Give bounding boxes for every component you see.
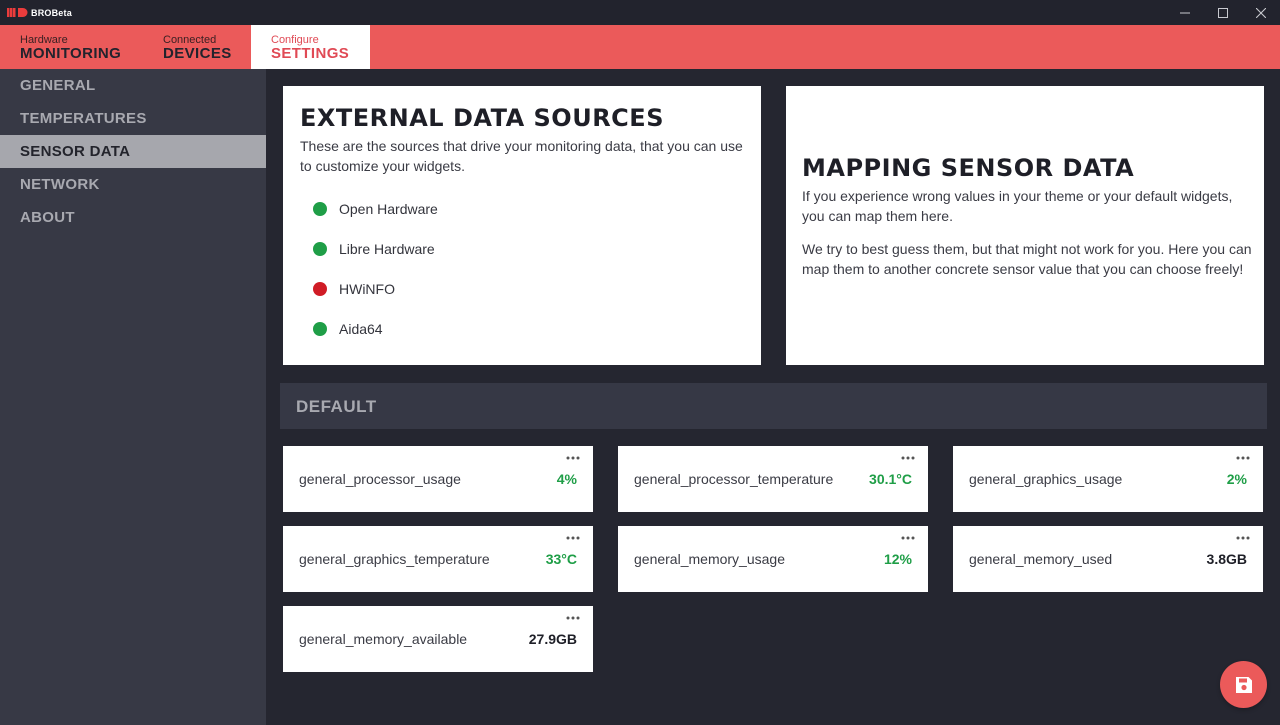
tab-monitoring[interactable]: Hardware MONITORING xyxy=(0,25,145,69)
external-sources-title: EXTERNAL DATA SOURCES xyxy=(300,104,664,132)
source-name: Open Hardware xyxy=(339,201,438,217)
sensor-value: 4% xyxy=(556,471,577,487)
default-section-header: DEFAULT xyxy=(280,383,1267,429)
sensor-key: general_memory_available xyxy=(299,631,468,647)
sensor-card[interactable]: general_memory_available 27.9GB xyxy=(283,606,593,672)
mapping-paragraph-2: We try to best guess them, but that migh… xyxy=(802,241,1252,277)
tab-monitoring-label: MONITORING xyxy=(20,45,122,62)
app-logo: BROBeta xyxy=(7,6,72,19)
default-section-label: DEFAULT xyxy=(296,397,377,416)
sensor-card[interactable]: general_graphics_temperature 33°C xyxy=(283,526,593,592)
tab-devices[interactable]: Connected DEVICES xyxy=(145,25,251,69)
sensor-value: 3.8GB xyxy=(1206,551,1247,567)
sidebar-item-network[interactable]: NETWORK xyxy=(0,168,266,201)
tab-settings-label: SETTINGS xyxy=(271,45,350,62)
sensor-value: 33°C xyxy=(545,551,577,567)
sensor-card[interactable]: general_processor_temperature 30.1°C xyxy=(618,446,928,512)
maximize-button[interactable] xyxy=(1206,0,1240,25)
source-name: Aida64 xyxy=(339,321,383,337)
sensor-card[interactable]: general_graphics_usage 2% xyxy=(953,446,1263,512)
sidebar-item-temperatures[interactable]: TEMPERATURES xyxy=(0,102,266,135)
more-options-icon[interactable] xyxy=(901,535,915,541)
sensor-value: 27.9GB xyxy=(528,631,577,647)
more-options-icon[interactable] xyxy=(566,615,580,621)
tab-devices-label: DEVICES xyxy=(163,45,232,62)
sensor-key: general_processor_temperature xyxy=(634,471,834,487)
more-options-icon[interactable] xyxy=(566,535,580,541)
logo-text: BROBeta xyxy=(31,7,72,18)
mapping-title: MAPPING SENSOR DATA xyxy=(802,154,1135,182)
source-name: Libre Hardware xyxy=(339,241,435,257)
status-dot-icon xyxy=(313,322,327,336)
minimize-button[interactable] xyxy=(1168,0,1202,25)
sensor-value: 12% xyxy=(883,551,912,567)
sensor-card[interactable]: general_processor_usage 4% xyxy=(283,446,593,512)
tab-settings[interactable]: Configure SETTINGS xyxy=(251,25,370,69)
external-sources-description: These are the sources that drive your mo… xyxy=(300,138,743,174)
status-dot-icon xyxy=(313,282,327,296)
maximize-icon xyxy=(1218,7,1228,18)
sensor-card[interactable]: general_memory_used 3.8GB xyxy=(953,526,1263,592)
external-data-sources-panel: EXTERNAL DATA SOURCES These are the sour… xyxy=(283,86,761,365)
source-name: HWiNFO xyxy=(339,281,395,297)
mapping-paragraph-1: If you experience wrong values in your t… xyxy=(802,188,1233,224)
sidebar-item-sensor-data[interactable]: SENSOR DATA xyxy=(0,135,266,168)
sensor-key: general_processor_usage xyxy=(299,471,461,487)
logo-mark-icon xyxy=(7,8,28,17)
source-item-aida64: Aida64 xyxy=(313,319,383,339)
source-item-hwinfo: HWiNFO xyxy=(313,279,395,299)
sensor-key: general_memory_used xyxy=(969,551,1113,567)
sidebar-item-about[interactable]: ABOUT xyxy=(0,201,266,234)
more-options-icon[interactable] xyxy=(1236,535,1250,541)
sensor-key: general_graphics_usage xyxy=(969,471,1123,487)
status-dot-icon xyxy=(313,202,327,216)
mapping-sensor-data-panel: MAPPING SENSOR DATA If you experience wr… xyxy=(786,86,1264,365)
sensor-card[interactable]: general_memory_usage 12% xyxy=(618,526,928,592)
close-button[interactable] xyxy=(1244,0,1278,25)
status-dot-icon xyxy=(313,242,327,256)
source-item-libre-hardware: Libre Hardware xyxy=(313,239,435,259)
title-bar: BROBeta xyxy=(0,0,1280,25)
more-options-icon[interactable] xyxy=(901,455,915,461)
source-item-open-hardware: Open Hardware xyxy=(313,199,438,219)
sensor-value: 2% xyxy=(1226,471,1247,487)
sensor-key: general_graphics_temperature xyxy=(299,551,490,567)
close-icon xyxy=(1256,7,1266,18)
minimize-icon xyxy=(1180,12,1190,13)
top-navigation: Hardware MONITORING Connected DEVICES Co… xyxy=(0,25,1280,69)
more-options-icon[interactable] xyxy=(1236,455,1250,461)
save-button[interactable] xyxy=(1220,661,1267,708)
sidebar: GENERAL TEMPERATURES SENSOR DATA NETWORK… xyxy=(0,69,266,725)
sensor-key: general_memory_usage xyxy=(634,551,785,567)
sidebar-item-general[interactable]: GENERAL xyxy=(0,69,266,102)
sensor-value: 30.1°C xyxy=(869,471,912,487)
more-options-icon[interactable] xyxy=(566,455,580,461)
save-icon xyxy=(1235,676,1252,693)
